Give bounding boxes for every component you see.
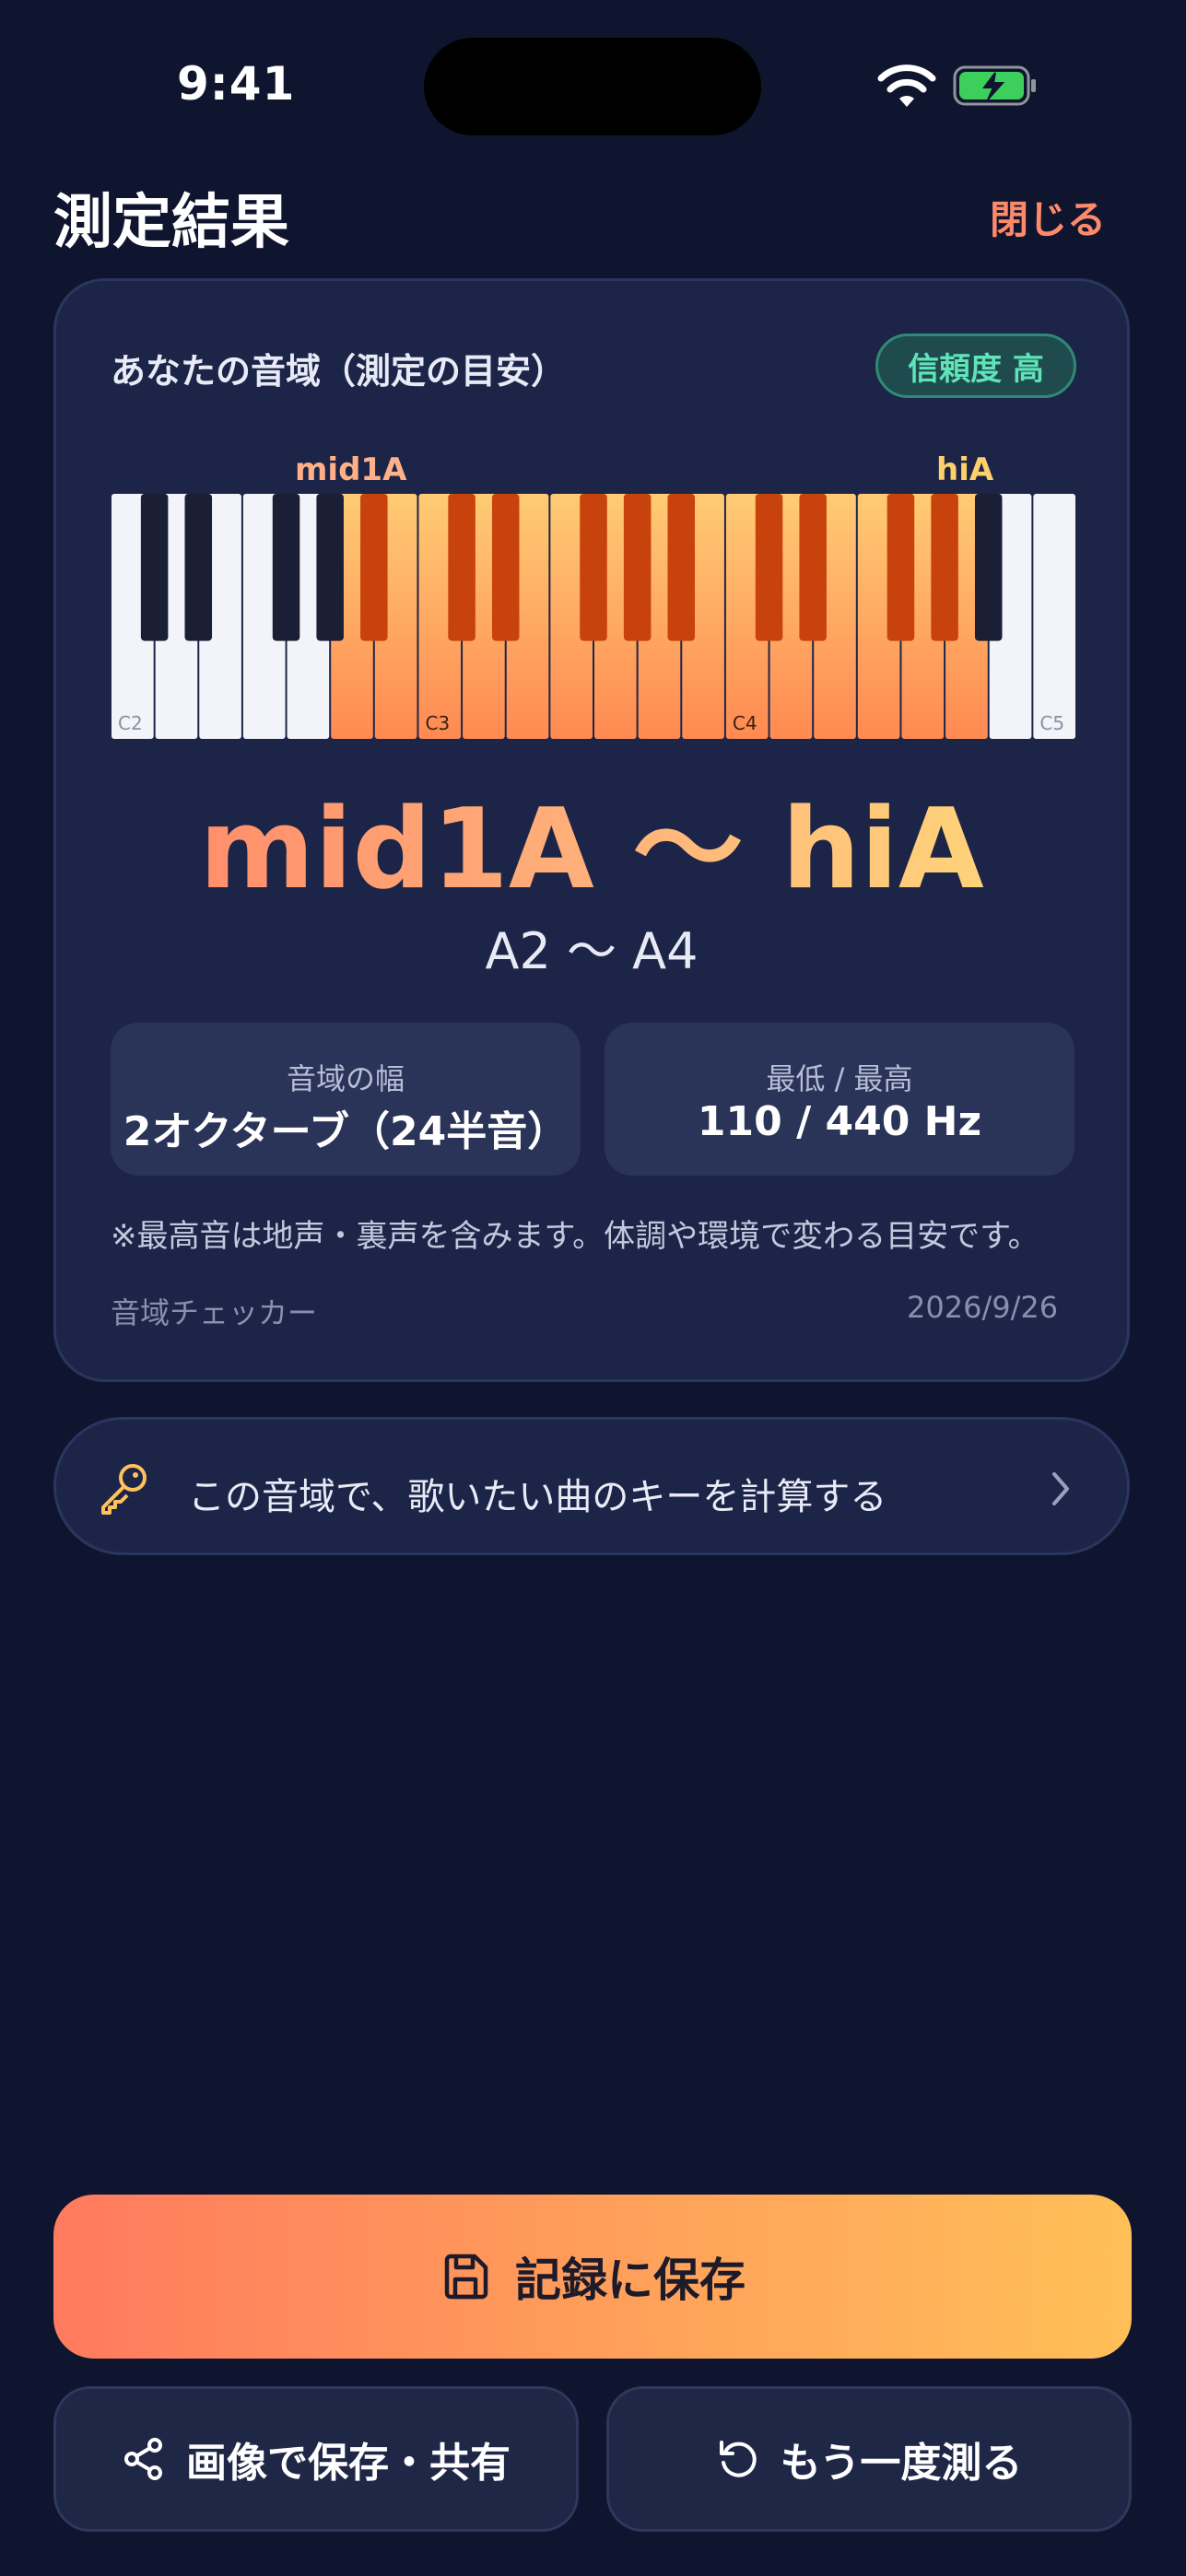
black-key — [360, 494, 388, 641]
black-key — [667, 494, 696, 641]
piano-keyboard: C2 C3 C4 C5 — [112, 494, 1075, 739]
wifi-icon — [877, 64, 936, 107]
black-key — [491, 494, 520, 641]
page-title: 測定結果 — [53, 189, 289, 257]
black-key — [974, 494, 1003, 641]
save-icon — [444, 2254, 488, 2300]
black-key — [272, 494, 300, 641]
stat-value: 110 / 440 Hz — [697, 1098, 982, 1145]
key-calculator-label: この音域で、歌いたい曲のキーを計算する — [188, 1476, 887, 1518]
range-high-marker: hiA — [936, 451, 994, 488]
share-image-button[interactable]: 画像で保存・共有 — [53, 2386, 579, 2532]
close-button[interactable]: 閉じる — [990, 189, 1106, 245]
black-key — [755, 494, 783, 641]
black-key — [623, 494, 652, 641]
app-name: 音域チェッカー — [111, 1295, 318, 1330]
result-card-label: あなたの音域（測定の目安） — [111, 351, 567, 392]
black-key — [887, 494, 915, 641]
key-icon — [101, 1464, 147, 1515]
key-octave-label: C4 — [733, 712, 757, 734]
status-time: 9:41 — [177, 57, 296, 111]
black-key — [931, 494, 958, 641]
disclaimer-note: ※最高音は地声・裏声を含みます。体調や環境で変わる目安です。 — [111, 1218, 1039, 1255]
stat-value: 2オクターブ（24半音） — [123, 1108, 569, 1155]
white-key — [1033, 494, 1075, 739]
black-key — [580, 494, 607, 641]
save-record-label: 記録に保存 — [515, 2254, 746, 2307]
stat-frequency: 最低 / 最高 110 / 440 Hz — [605, 1023, 1074, 1176]
measure-again-label: もう一度測る — [780, 2440, 1023, 2487]
black-key — [316, 494, 344, 641]
save-record-button[interactable]: 記録に保存 — [53, 2195, 1132, 2359]
vocal-range-main-text: mid1A 〜 hiA — [199, 786, 984, 914]
measure-again-button[interactable]: もう一度測る — [606, 2386, 1132, 2532]
measurement-date: 2026/9/26 — [907, 1290, 1059, 1325]
confidence-badge: 信頼度 高 — [875, 334, 1076, 398]
black-key — [140, 494, 169, 641]
chevron-right-icon — [1052, 1472, 1069, 1505]
vocal-range-main: mid1A 〜 hiA — [53, 790, 1130, 910]
black-key — [799, 494, 827, 641]
stat-range-width: 音域の幅 2オクターブ（24半音） — [111, 1023, 581, 1176]
stat-label: 最低 / 最高 — [766, 1061, 913, 1096]
key-octave-label: C3 — [425, 712, 450, 734]
share-image-label: 画像で保存・共有 — [186, 2440, 511, 2487]
retry-icon — [719, 2441, 757, 2477]
black-key — [184, 494, 213, 641]
range-low-marker: mid1A — [295, 451, 407, 488]
dynamic-island — [424, 38, 761, 135]
black-key — [448, 494, 476, 641]
share-icon — [124, 2438, 162, 2480]
key-octave-label: C2 — [118, 712, 143, 734]
stat-label: 音域の幅 — [286, 1061, 405, 1096]
vocal-range-notation: A2 〜 A4 — [485, 922, 699, 980]
battery-charging-icon — [953, 65, 1036, 106]
key-octave-label: C5 — [1039, 712, 1064, 734]
